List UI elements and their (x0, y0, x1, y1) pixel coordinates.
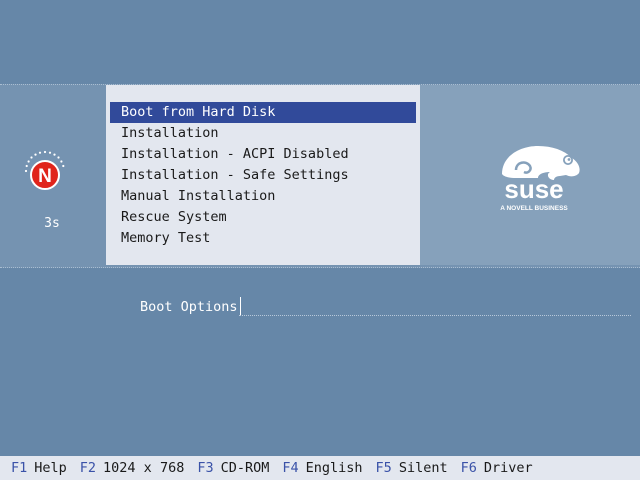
menu-item-installation[interactable]: Installation (110, 123, 416, 144)
fkey-driver[interactable]: F6 Driver (461, 460, 533, 476)
text-cursor (240, 297, 241, 315)
fkey-driver-label: Driver (483, 460, 533, 476)
fkey-language-label: English (305, 460, 363, 476)
suse-logo: suse A NOVELL BUSINESS (500, 146, 580, 212)
function-key-bar: F1 Help F2 1024 x 768 F3 CD-ROM F4 English F… (0, 456, 640, 480)
menu-item-installation-safe-settings[interactable]: Installation - Safe Settings (110, 165, 416, 186)
fkey-language-key: F4 (282, 460, 299, 476)
menu-item-boot-hard-disk[interactable]: Boot from Hard Disk (110, 102, 416, 123)
novell-tagline: A NOVELL BUSINESS (500, 205, 568, 212)
novell-letter: N (38, 166, 52, 187)
menu-item-manual-installation[interactable]: Manual Installation (110, 186, 416, 207)
fkey-help-label: Help (34, 460, 67, 476)
fkey-video-mode-label: Silent (398, 460, 448, 476)
fkey-help[interactable]: F1 Help (11, 460, 67, 476)
suse-wordmark: suse (504, 174, 563, 204)
fkey-help-key: F1 (11, 460, 28, 476)
fkey-resolution-key: F2 (79, 460, 97, 476)
fkey-source-key: F3 (197, 460, 214, 476)
menu-item-memory-test[interactable]: Memory Test (110, 228, 416, 249)
fkey-resolution-label: 1024 x 768 (103, 460, 185, 476)
menu-item-installation-acpi-disabled[interactable]: Installation - ACPI Disabled (110, 144, 416, 165)
menu-item-rescue-system[interactable]: Rescue System (110, 207, 416, 228)
fkey-language[interactable]: F4 English (282, 460, 362, 476)
boot-options-label: Boot Options (140, 299, 238, 315)
fkey-video-mode-key: F5 (375, 460, 392, 476)
novell-logo: N (24, 150, 65, 190)
fkey-source[interactable]: F3 CD-ROM (197, 460, 269, 476)
boot-options-input[interactable] (239, 296, 631, 316)
countdown-timer: 3s (44, 216, 60, 231)
fkey-driver-key: F6 (460, 460, 477, 476)
fkey-resolution[interactable]: F2 1024 x 768 (80, 460, 185, 476)
fkey-source-label: CD-ROM (220, 460, 270, 476)
fkey-video-mode[interactable]: F5 Silent (376, 460, 448, 476)
boot-menu: Boot from Hard Disk Installation Install… (106, 85, 420, 265)
